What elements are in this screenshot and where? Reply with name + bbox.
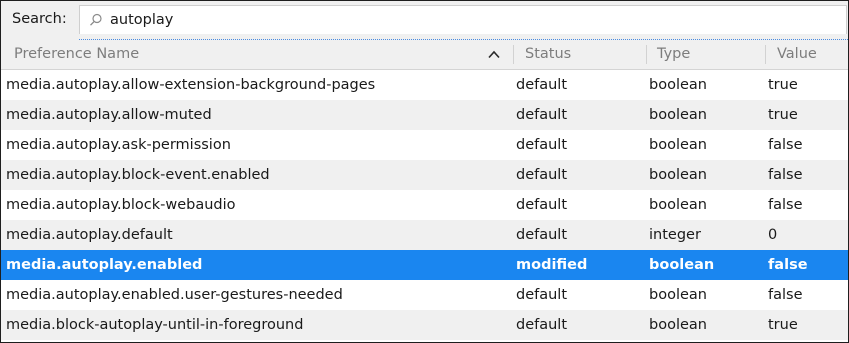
preference-value: false bbox=[768, 167, 803, 183]
preference-type: boolean bbox=[649, 317, 707, 333]
preference-type: boolean bbox=[649, 137, 707, 153]
table-row[interactable]: media.autoplay.block-event.enabled defau… bbox=[1, 160, 848, 190]
column-resizer[interactable] bbox=[646, 45, 647, 64]
table-row[interactable]: media.block-autoplay-until-in-foreground… bbox=[1, 310, 848, 340]
preference-type: boolean bbox=[649, 107, 707, 123]
search-input[interactable]: autoplay bbox=[79, 5, 847, 34]
column-header-preference-name[interactable]: Preference Name bbox=[14, 46, 139, 63]
preference-name: media.autoplay.block-event.enabled bbox=[6, 167, 270, 183]
table-row[interactable]: media.autoplay.allow-extension-backgroun… bbox=[1, 70, 848, 100]
preferences-table: media.autoplay.allow-extension-backgroun… bbox=[1, 70, 848, 340]
preference-status: default bbox=[516, 77, 568, 93]
search-label: Search: bbox=[12, 11, 67, 27]
table-row-selected[interactable]: media.autoplay.enabled modified boolean … bbox=[1, 250, 848, 280]
column-resizer[interactable] bbox=[513, 45, 514, 64]
preference-value: 0 bbox=[768, 227, 778, 243]
preference-type: integer bbox=[649, 227, 701, 243]
preference-value: false bbox=[768, 287, 803, 303]
column-header-value[interactable]: Value bbox=[777, 46, 817, 63]
preference-value: true bbox=[768, 77, 798, 93]
table-row[interactable]: media.autoplay.enabled.user-gestures-nee… bbox=[1, 280, 848, 310]
preference-name: media.autoplay.ask-permission bbox=[6, 137, 231, 153]
preference-status: modified bbox=[516, 257, 588, 273]
search-value[interactable]: autoplay bbox=[110, 11, 173, 29]
search-bar: Search: autoplay bbox=[1, 1, 848, 40]
table-row[interactable]: media.autoplay.ask-permission default bo… bbox=[1, 130, 848, 160]
about-config-panel: Search: autoplay Preference Name Status … bbox=[0, 0, 849, 343]
preference-name: media.autoplay.enabled.user-gestures-nee… bbox=[6, 287, 343, 303]
preference-name: media.autoplay.block-webaudio bbox=[6, 197, 236, 213]
preference-value: true bbox=[768, 317, 798, 333]
preference-value: false bbox=[768, 137, 803, 153]
preference-name: media.autoplay.enabled bbox=[6, 257, 203, 273]
preference-name: media.block-autoplay-until-in-foreground bbox=[6, 317, 304, 333]
column-header-status[interactable]: Status bbox=[525, 46, 571, 63]
preference-name: media.autoplay.allow-muted bbox=[6, 107, 212, 123]
preference-name: media.autoplay.default bbox=[6, 227, 173, 243]
preference-status: default bbox=[516, 137, 568, 153]
preference-status: default bbox=[516, 167, 568, 183]
preference-status: default bbox=[516, 107, 568, 123]
preference-status: default bbox=[516, 317, 568, 333]
preference-status: default bbox=[516, 287, 568, 303]
preference-type: boolean bbox=[649, 257, 715, 273]
chevron-up-icon[interactable] bbox=[488, 50, 500, 59]
preference-type: boolean bbox=[649, 287, 707, 303]
preference-type: boolean bbox=[649, 167, 707, 183]
search-icon bbox=[90, 13, 102, 26]
preference-type: boolean bbox=[649, 197, 707, 213]
table-header: Preference Name Status Type Value bbox=[1, 40, 848, 70]
preference-status: default bbox=[516, 227, 568, 243]
column-header-type[interactable]: Type bbox=[657, 46, 690, 63]
preference-type: boolean bbox=[649, 77, 707, 93]
preference-name: media.autoplay.allow-extension-backgroun… bbox=[6, 77, 376, 93]
table-row[interactable]: media.autoplay.block-webaudio default bo… bbox=[1, 190, 848, 220]
table-row[interactable]: media.autoplay.allow-muted default boole… bbox=[1, 100, 848, 130]
column-resizer[interactable] bbox=[765, 45, 766, 64]
table-row[interactable]: media.autoplay.default default integer 0 bbox=[1, 220, 848, 250]
preference-value: false bbox=[768, 197, 803, 213]
preference-status: default bbox=[516, 197, 568, 213]
preference-value: false bbox=[768, 257, 808, 273]
preference-value: true bbox=[768, 107, 798, 123]
